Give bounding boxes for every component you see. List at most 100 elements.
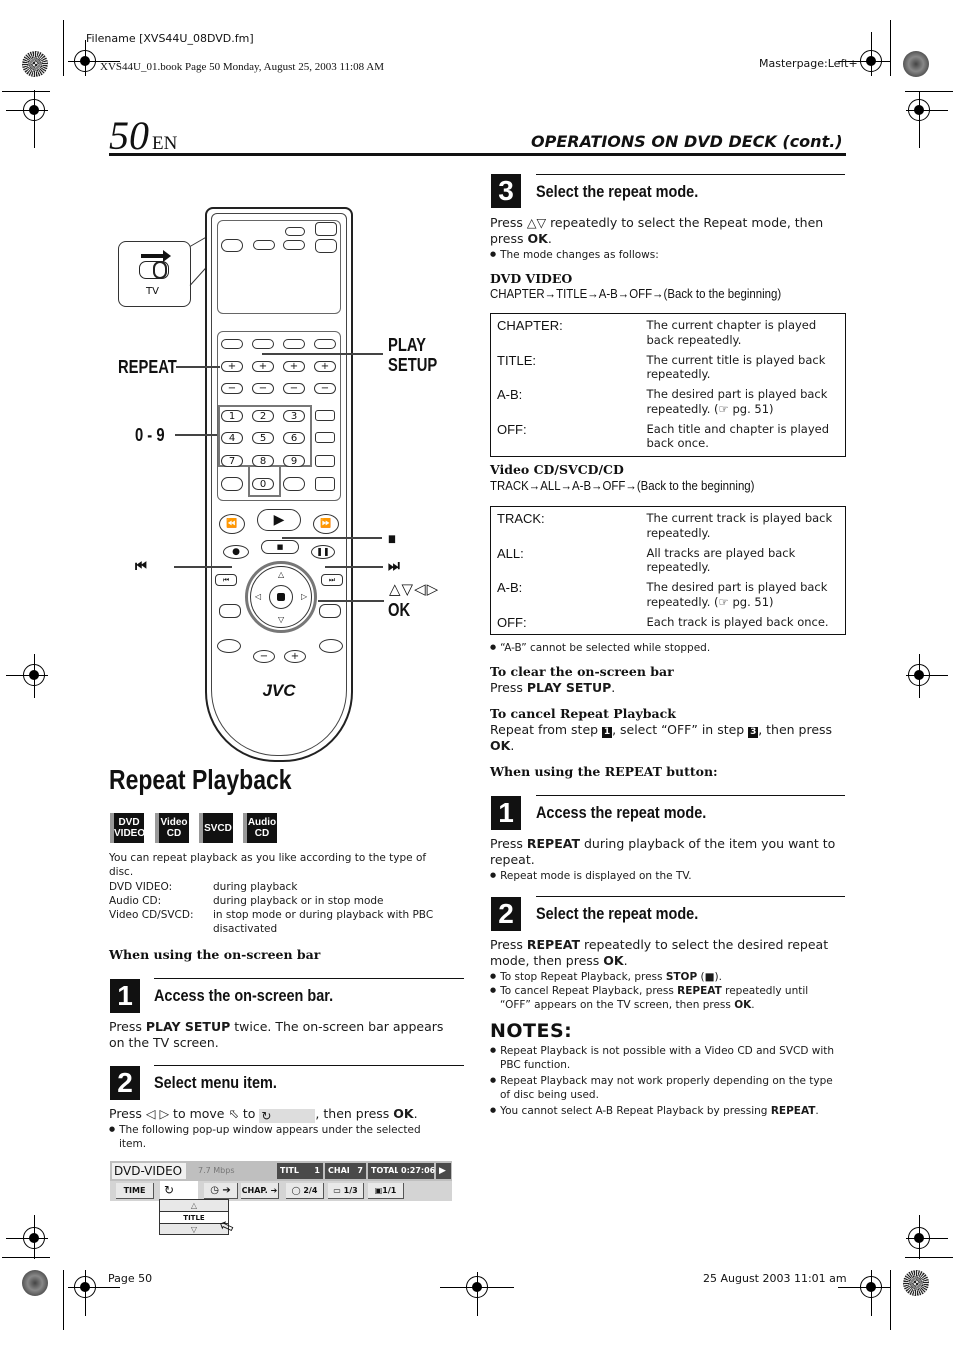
badge-line: CD <box>254 828 270 839</box>
remote-minus-button[interactable]: − <box>283 383 305 394</box>
numpad-6[interactable]: 6 <box>283 432 305 444</box>
remote-button[interactable] <box>221 477 243 491</box>
remote-button[interactable] <box>319 604 341 618</box>
numpad-2[interactable]: 2 <box>252 410 274 422</box>
step-text: Press REPEAT during playback of the item… <box>490 836 840 868</box>
fast-forward-button[interactable]: ⏩ <box>313 514 339 534</box>
remote-button[interactable] <box>283 477 305 491</box>
notes-list: Repeat Playback is not possible with a V… <box>490 1043 840 1119</box>
stop-button[interactable]: ■ <box>261 540 299 554</box>
badge-line: Video <box>160 817 188 828</box>
dvd-sequence: CHAPTER→TITLE→A-B→OFF→(Back to the begin… <box>490 286 782 301</box>
remote-button[interactable] <box>315 239 337 253</box>
text: , select “OFF” in step <box>612 722 749 737</box>
remote-button[interactable] <box>252 339 274 349</box>
text: The following pop-up window appears unde… <box>119 1124 421 1150</box>
repeat-plus-button[interactable]: + <box>221 361 243 372</box>
step-text: Press △▽ repeatedly to select the Repeat… <box>490 215 840 247</box>
remote-button[interactable] <box>283 240 305 250</box>
numpad-3[interactable]: 3 <box>283 410 305 422</box>
arrow-shaft <box>141 254 163 258</box>
button-name: STOP <box>665 971 698 983</box>
osd-subtitle-button[interactable]: ▭ 1/3 <box>328 1183 364 1199</box>
disc-row-value: in stop mode or during playback with PBC… <box>213 909 434 935</box>
numpad-0[interactable]: 0 <box>252 478 274 490</box>
remote-minus-button[interactable]: − <box>252 383 274 394</box>
subtitle-icon: ▭ <box>333 1186 341 1195</box>
power-button[interactable] <box>315 222 337 236</box>
skip-back-button[interactable]: ⏮ <box>215 574 237 586</box>
step-number: 1 <box>110 979 140 1013</box>
remote-button[interactable] <box>315 477 335 491</box>
osd-time-button[interactable]: TIME <box>116 1183 154 1199</box>
dpad-down-icon[interactable]: ▽ <box>278 615 284 624</box>
text: Press ◁ ▷ to move ⬁ to <box>109 1106 260 1121</box>
remote-button[interactable] <box>314 339 336 349</box>
osd-audio-button[interactable]: ◯ 2/4 <box>286 1183 324 1199</box>
onscreen-bar: DVD-VIDEO 7.7 Mbps TITLE 1 CHAP 7 TOTAL … <box>110 1161 452 1201</box>
registration-disc-bottom-right <box>903 1270 929 1296</box>
repeat-menu-item-icon: ↻ <box>259 1109 316 1123</box>
jvc-logo: JVC <box>262 681 296 700</box>
switch-inset: TV <box>118 241 191 307</box>
remote-button[interactable] <box>219 604 241 618</box>
bullet-icon <box>490 642 500 654</box>
tv-switch[interactable] <box>221 239 243 252</box>
remote-button[interactable] <box>285 227 305 236</box>
cancel-repeat-heading: To cancel Repeat Playback <box>490 706 676 721</box>
registration-disc-top-right <box>903 51 929 77</box>
section-title: OPERATIONS ON DVD DECK (cont.) <box>531 132 843 151</box>
note-text: Repeat Playback may not work properly de… <box>500 1075 833 1101</box>
remote-button[interactable] <box>319 639 343 653</box>
popup-up-icon[interactable]: △ <box>160 1200 228 1211</box>
numpad-5[interactable]: 5 <box>252 432 274 444</box>
pause-button[interactable]: ❚❚ <box>311 545 335 559</box>
dpad[interactable]: △ ▽ ◁ ▷ <box>250 566 312 628</box>
registration-disc-bottom-left <box>22 1270 48 1296</box>
remote-minus-button[interactable]: − <box>314 383 336 394</box>
remote-button[interactable] <box>315 432 335 443</box>
crop-line <box>890 20 891 76</box>
dpad-left-icon[interactable]: ◁ <box>255 592 261 601</box>
switch-tv-label: TV <box>146 286 159 297</box>
leader-line <box>175 434 217 436</box>
mode-description: The desired part is played back repeated… <box>646 580 828 609</box>
record-button[interactable]: ● <box>223 545 249 559</box>
crop-line <box>34 654 35 698</box>
remote-button[interactable] <box>315 455 335 467</box>
crop-line <box>838 1287 890 1288</box>
osd-chapter-search-button[interactable]: CHAP. ➔ <box>241 1183 279 1199</box>
remote-plus-button[interactable]: + <box>283 361 305 372</box>
dpad-right-icon[interactable]: ▷ <box>301 592 307 601</box>
remote-button[interactable] <box>217 639 241 653</box>
dpad-up-icon[interactable]: △ <box>278 570 284 579</box>
remote-button[interactable] <box>283 339 305 349</box>
crop-line <box>906 110 948 111</box>
remote-minus-button[interactable]: − <box>221 383 243 394</box>
numpad-4[interactable]: 4 <box>221 432 243 444</box>
numpad-9[interactable]: 9 <box>283 455 305 467</box>
play-setup-plus-button[interactable]: + <box>252 361 274 372</box>
volume-plus-button[interactable]: + <box>284 650 306 663</box>
play-button[interactable]: ▶ <box>257 509 301 531</box>
osd-repeat-button[interactable]: ↻ <box>160 1181 198 1201</box>
mode-name: ALL: <box>497 545 524 561</box>
osd-angle-button[interactable]: ▣1/1 <box>368 1183 404 1199</box>
ok-button[interactable] <box>269 585 293 609</box>
numpad-7[interactable]: 7 <box>221 455 243 467</box>
crop-line <box>6 675 48 676</box>
step-title: Select the repeat mode. <box>536 182 699 201</box>
numpad-1[interactable]: 1 <box>221 410 243 422</box>
rewind-button[interactable]: ⏪ <box>219 514 245 534</box>
text: (■). <box>697 971 722 983</box>
leader-line <box>174 566 232 568</box>
remote-button[interactable] <box>221 339 243 349</box>
numpad-8[interactable]: 8 <box>252 455 274 467</box>
remote-plus-button[interactable]: + <box>314 361 336 372</box>
osd-time-search-button[interactable]: ◷ ➔ <box>204 1183 238 1199</box>
remote-button[interactable] <box>253 240 275 250</box>
volume-minus-button[interactable]: − <box>253 650 275 663</box>
skip-forward-button[interactable]: ⏭ <box>321 574 343 586</box>
badge-line: CD <box>166 828 182 839</box>
remote-button[interactable] <box>315 410 335 421</box>
